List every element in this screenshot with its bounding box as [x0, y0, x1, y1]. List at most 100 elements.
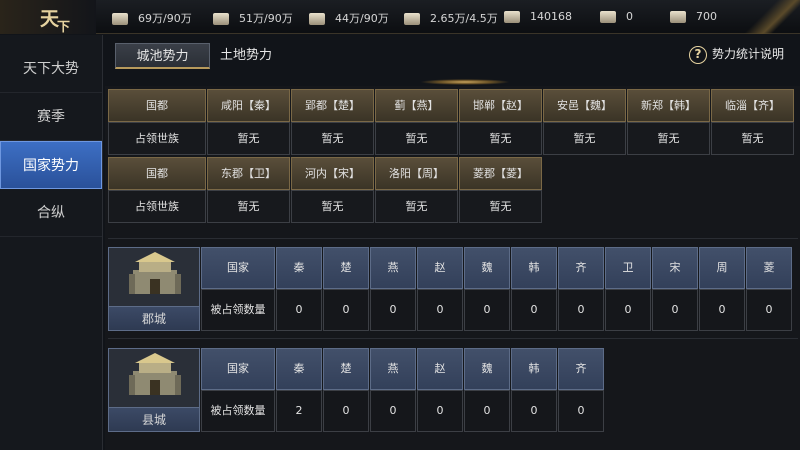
sidebar-item-label: 天下大势 [23, 61, 79, 77]
county-label: 县城 [109, 407, 199, 431]
resource-iron-value: 2.65万/4.5万 [430, 12, 498, 25]
capital-clan-cell: 暂无 [375, 122, 458, 155]
resource-silver-value: 700 [696, 10, 717, 23]
country-cell: 赵 [417, 247, 463, 289]
capital-clan-cell: 暂无 [627, 122, 710, 155]
count-cell: 0 [652, 289, 698, 331]
capital-header-cell: 国都 [108, 89, 206, 122]
capital-clan-cell: 暂无 [459, 190, 542, 223]
section-divider [108, 238, 798, 239]
capital-name-cell: 临淄【齐】 [711, 89, 794, 122]
count-cell: 0 [699, 289, 745, 331]
capital-name-cell: 洛阳【周】 [375, 157, 458, 190]
count-cell: 0 [370, 390, 416, 432]
count-cell: 0 [746, 289, 792, 331]
capital-clan-cell: 暂无 [375, 190, 458, 223]
count-cell: 0 [511, 390, 557, 432]
resource-silver[interactable]: 700 [670, 10, 717, 23]
country-cell: 齐 [558, 348, 604, 390]
capital-name-cell: 东郡【卫】 [207, 157, 290, 190]
resource-stone[interactable]: 44万/90万 [309, 10, 389, 26]
country-cell: 菱 [746, 247, 792, 289]
count-cell: 0 [464, 390, 510, 432]
help-label: 势力统计说明 [711, 47, 784, 61]
capital-header-cell: 国都 [108, 157, 206, 190]
sidebar-item-season[interactable]: 赛季 [0, 93, 102, 141]
copper-icon [504, 11, 520, 23]
count-cell: 0 [276, 289, 322, 331]
tab-city-power[interactable]: 城池势力 [115, 43, 210, 69]
tab-land-power[interactable]: 土地势力 [220, 43, 272, 69]
county-city-card: 县城 [108, 348, 200, 432]
sidebar: 天下大势 赛季 国家势力 合纵 [0, 35, 103, 450]
sidebar-item-national-power[interactable]: 国家势力 [0, 141, 102, 189]
capital-name-cell: 河内【宋】 [291, 157, 374, 190]
resource-gold[interactable]: 0 [600, 10, 633, 23]
game-logo[interactable]: 天下 [0, 0, 96, 35]
capital-name-cell: 新郑【韩】 [627, 89, 710, 122]
count-cell: 0 [370, 289, 416, 331]
resource-iron[interactable]: 2.65万/4.5万 [404, 10, 498, 26]
gold-icon [600, 11, 616, 23]
country-cell: 魏 [464, 247, 510, 289]
header-ornament [420, 79, 510, 85]
capital-name-cell: 安邑【魏】 [543, 89, 626, 122]
resource-gold-value: 0 [626, 10, 633, 23]
resource-wood[interactable]: 51万/90万 [213, 10, 293, 26]
country-header-cell: 国家 [201, 348, 275, 390]
count-header-cell: 被占领数量 [201, 289, 275, 331]
count-header-cell: 被占领数量 [201, 390, 275, 432]
clan-header-cell: 占领世族 [108, 122, 206, 155]
clan-header-cell: 占领世族 [108, 190, 206, 223]
count-cell: 0 [323, 390, 369, 432]
country-cell: 韩 [511, 348, 557, 390]
count-cell: 0 [511, 289, 557, 331]
country-cell: 燕 [370, 247, 416, 289]
resource-wheat-value: 69万/90万 [138, 12, 192, 25]
logo-text-a: 天 [40, 8, 59, 30]
count-cell: 0 [605, 289, 651, 331]
country-cell: 楚 [323, 247, 369, 289]
count-cell: 0 [464, 289, 510, 331]
tab-bar: 城池势力 土地势力 ? 势力统计说明 [105, 35, 800, 77]
capital-clan-cell: 暂无 [459, 122, 542, 155]
resource-wood-value: 51万/90万 [239, 12, 293, 25]
resource-wheat[interactable]: 69万/90万 [112, 10, 192, 26]
commandery-city-card: 郡城 [108, 247, 200, 331]
sidebar-item-label: 赛季 [37, 109, 65, 125]
capital-clan-cell: 暂无 [711, 122, 794, 155]
resource-copper[interactable]: 140168 [504, 10, 572, 23]
capital-clan-cell: 暂无 [207, 190, 290, 223]
count-cell: 0 [417, 289, 463, 331]
country-cell: 宋 [652, 247, 698, 289]
capital-clan-cell: 暂无 [291, 190, 374, 223]
country-cell: 周 [699, 247, 745, 289]
wheat-icon [112, 13, 128, 25]
logo-text-b: 下 [57, 20, 70, 35]
count-cell: 0 [558, 390, 604, 432]
resource-copper-value: 140168 [530, 10, 572, 23]
iron-icon [404, 13, 420, 25]
country-cell: 燕 [370, 348, 416, 390]
sidebar-item-world-situation[interactable]: 天下大势 [0, 45, 102, 93]
power-stats-help-button[interactable]: ? 势力统计说明 [688, 45, 784, 64]
stone-icon [309, 13, 325, 25]
count-cell: 0 [323, 289, 369, 331]
city-gate-icon [129, 353, 181, 395]
capital-name-cell: 蓟【燕】 [375, 89, 458, 122]
commandery-label: 郡城 [109, 306, 199, 330]
capital-clan-cell: 暂无 [543, 122, 626, 155]
capital-clan-cell: 暂无 [291, 122, 374, 155]
silver-icon [670, 11, 686, 23]
count-cell: 0 [417, 390, 463, 432]
wood-icon [213, 13, 229, 25]
sidebar-item-label: 合纵 [37, 205, 65, 221]
country-cell: 赵 [417, 348, 463, 390]
capital-name-cell: 邯郸【赵】 [459, 89, 542, 122]
close-corner-ornament[interactable] [740, 0, 800, 34]
section-divider [108, 338, 798, 339]
sidebar-item-alliance[interactable]: 合纵 [0, 189, 102, 237]
top-resource-bar: 天下 69万/90万 51万/90万 44万/90万 2.65万/4.5万 14… [0, 0, 800, 35]
country-cell: 楚 [323, 348, 369, 390]
capital-clan-cell: 暂无 [207, 122, 290, 155]
